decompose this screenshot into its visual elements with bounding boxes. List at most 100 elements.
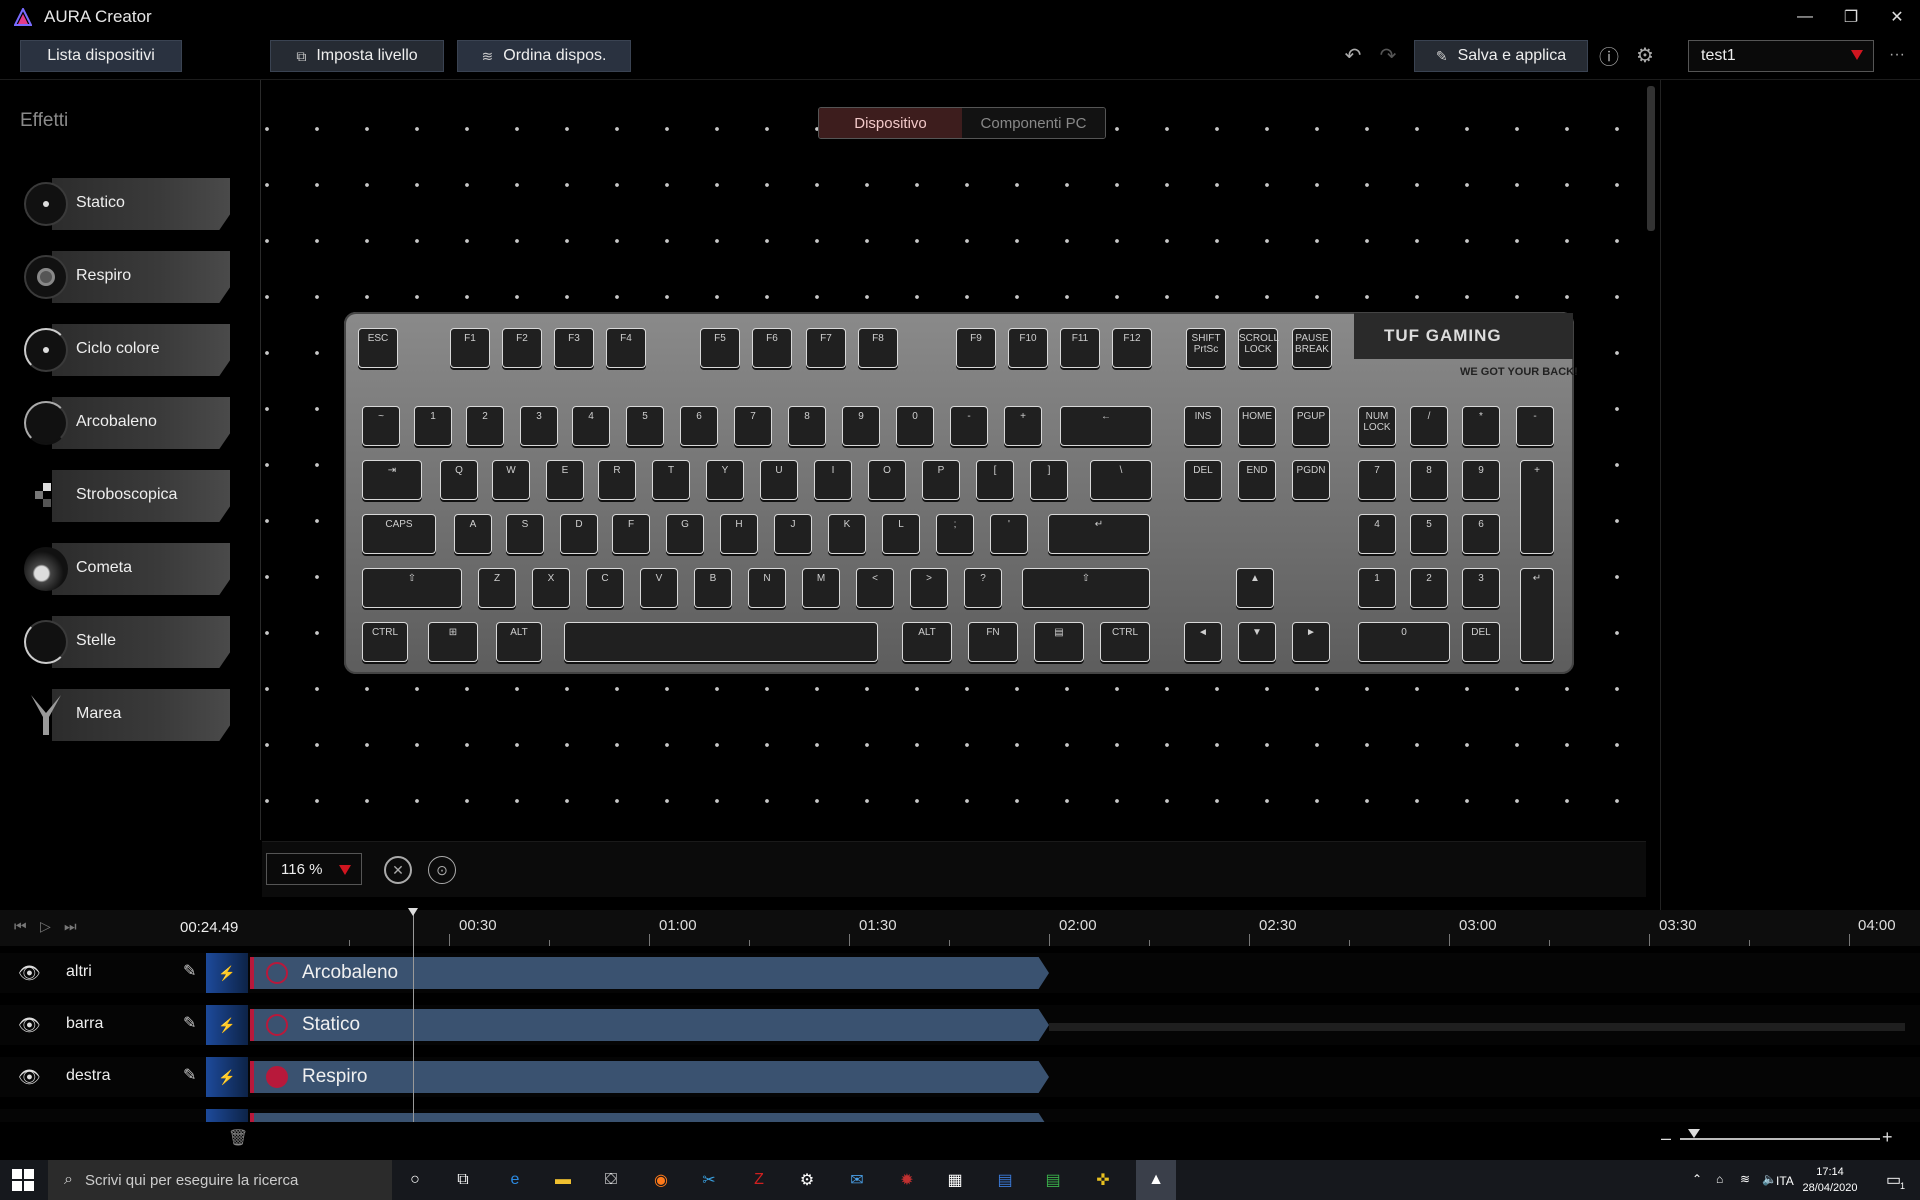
filezilla-icon[interactable]: Z bbox=[746, 1168, 772, 1192]
key[interactable]: ▲ bbox=[1236, 568, 1274, 608]
key[interactable]: W bbox=[492, 460, 530, 500]
track-row[interactable]: 👁 barra ✎ ⚡ Statico bbox=[0, 1005, 1920, 1045]
key[interactable]: 6 bbox=[680, 406, 718, 446]
notification-icon[interactable]: ▭ bbox=[1886, 1170, 1901, 1190]
key[interactable]: PGUP bbox=[1292, 406, 1330, 446]
key[interactable]: F6 bbox=[752, 328, 792, 368]
effect-respiro[interactable]: Respiro bbox=[24, 251, 230, 303]
edit-icon[interactable]: ✎ bbox=[183, 1065, 196, 1085]
key[interactable] bbox=[564, 622, 878, 662]
key[interactable]: - bbox=[950, 406, 988, 446]
key[interactable]: ESC bbox=[358, 328, 398, 368]
effect-stelle[interactable]: Stelle bbox=[24, 616, 230, 668]
key[interactable]: CTRL bbox=[1100, 622, 1150, 662]
wifi-icon[interactable]: ≋ bbox=[1740, 1172, 1750, 1186]
key[interactable]: CAPS bbox=[362, 514, 436, 554]
key[interactable]: SCROLL LOCK bbox=[1238, 328, 1279, 368]
key[interactable]: DEL bbox=[1184, 460, 1222, 500]
taskbar-clock[interactable]: 17:14 28/04/2020 bbox=[1790, 1164, 1870, 1196]
windows-start-icon[interactable] bbox=[12, 1169, 34, 1191]
key[interactable]: C bbox=[586, 568, 624, 608]
key[interactable]: 5 bbox=[1410, 514, 1448, 554]
visibility-eye-icon[interactable]: 👁 bbox=[18, 1067, 41, 1088]
center-target-icon[interactable]: ⊙ bbox=[428, 856, 456, 884]
key[interactable]: V bbox=[640, 568, 678, 608]
key[interactable]: ALT bbox=[902, 622, 952, 662]
key[interactable]: 4 bbox=[572, 406, 610, 446]
store-icon[interactable]: ⛋ bbox=[598, 1168, 624, 1192]
mail-icon[interactable]: ✉ bbox=[844, 1168, 870, 1192]
key[interactable]: F12 bbox=[1112, 328, 1152, 368]
key[interactable]: 9 bbox=[1462, 460, 1500, 500]
tray-chevron-icon[interactable]: ⌃ bbox=[1692, 1172, 1702, 1186]
key[interactable]: B bbox=[694, 568, 732, 608]
key[interactable]: Z bbox=[478, 568, 516, 608]
key[interactable]: F11 bbox=[1060, 328, 1100, 368]
key[interactable]: E bbox=[546, 460, 584, 500]
track-row[interactable]: 👁 destra ✎ ⚡ Respiro bbox=[0, 1057, 1920, 1097]
key[interactable]: ▼ bbox=[1238, 622, 1276, 662]
key[interactable]: ? bbox=[964, 568, 1002, 608]
lightning-icon[interactable]: ⚡ bbox=[206, 953, 248, 993]
key[interactable]: F9 bbox=[956, 328, 996, 368]
key[interactable]: 7 bbox=[1358, 460, 1396, 500]
key[interactable]: M bbox=[802, 568, 840, 608]
key[interactable]: K bbox=[828, 514, 866, 554]
key[interactable]: 9 bbox=[842, 406, 880, 446]
key[interactable]: F5 bbox=[700, 328, 740, 368]
key[interactable]: 8 bbox=[1410, 460, 1448, 500]
maximize-button[interactable]: ❐ bbox=[1828, 0, 1874, 34]
key[interactable]: 2 bbox=[466, 406, 504, 446]
key[interactable]: J bbox=[774, 514, 812, 554]
key[interactable]: I bbox=[814, 460, 852, 500]
key[interactable]: F1 bbox=[450, 328, 490, 368]
effect-arcobaleno[interactable]: Arcobaleno bbox=[24, 397, 230, 449]
key[interactable]: ⇥ bbox=[362, 460, 422, 500]
key[interactable]: / bbox=[1410, 406, 1448, 446]
key[interactable]: 6 bbox=[1462, 514, 1500, 554]
calculator-icon[interactable]: ▦ bbox=[942, 1168, 968, 1192]
key[interactable]: F3 bbox=[554, 328, 594, 368]
aura-taskbar-icon[interactable]: ▲ bbox=[1136, 1160, 1176, 1200]
key[interactable]: F4 bbox=[606, 328, 646, 368]
minimize-button[interactable]: — bbox=[1782, 0, 1828, 34]
trash-icon[interactable]: 🗑 bbox=[228, 1128, 248, 1148]
playhead[interactable] bbox=[413, 912, 414, 1122]
file-explorer-icon[interactable]: ▬ bbox=[550, 1168, 576, 1192]
edit-icon[interactable]: ✎ bbox=[183, 961, 196, 981]
lightning-icon[interactable]: ⚡ bbox=[206, 1005, 248, 1045]
key[interactable]: + bbox=[1004, 406, 1042, 446]
key[interactable]: PGDN bbox=[1292, 460, 1330, 500]
track-row[interactable] bbox=[0, 1109, 1920, 1122]
key[interactable]: ⇧ bbox=[1022, 568, 1150, 608]
taskbar-search[interactable]: ⌕ Scrivi qui per eseguire la ricerca bbox=[48, 1160, 392, 1200]
redo-icon[interactable]: ↷ bbox=[1375, 42, 1401, 68]
key[interactable]: 4 bbox=[1358, 514, 1396, 554]
effect-clip[interactable]: Arcobaleno bbox=[250, 957, 1049, 989]
cortana-icon[interactable]: ○ bbox=[402, 1168, 428, 1192]
visibility-eye-icon[interactable]: 👁 bbox=[18, 1015, 41, 1036]
key[interactable]: U bbox=[760, 460, 798, 500]
key[interactable]: T bbox=[652, 460, 690, 500]
effect-clip[interactable] bbox=[250, 1113, 1049, 1122]
key[interactable]: ← bbox=[1060, 406, 1152, 446]
key[interactable]: L bbox=[882, 514, 920, 554]
save-apply-button[interactable]: ✎ Salva e applica bbox=[1414, 40, 1588, 72]
track-row[interactable]: 👁 altri ✎ ⚡ Arcobaleno bbox=[0, 953, 1920, 993]
key[interactable]: PAUSE BREAK bbox=[1292, 328, 1332, 368]
firefox-icon[interactable]: ◉ bbox=[648, 1168, 674, 1192]
key[interactable]: 1 bbox=[1358, 568, 1396, 608]
key[interactable]: 3 bbox=[1462, 568, 1500, 608]
zoom-select[interactable]: 116 % bbox=[266, 853, 362, 885]
key[interactable]: X bbox=[532, 568, 570, 608]
key[interactable]: + bbox=[1520, 460, 1554, 554]
zoom-slider-knob[interactable] bbox=[1688, 1129, 1700, 1138]
tab-componenti-pc[interactable]: Componenti PC bbox=[962, 108, 1105, 138]
key[interactable]: NUM LOCK bbox=[1358, 406, 1396, 446]
key[interactable]: INS bbox=[1184, 406, 1222, 446]
key[interactable]: ⇧ bbox=[362, 568, 462, 608]
key[interactable]: CTRL bbox=[362, 622, 408, 662]
writer-icon[interactable]: ▤ bbox=[992, 1168, 1018, 1192]
timeline-ruler[interactable] bbox=[0, 910, 1920, 946]
play-icon[interactable]: ▷ bbox=[40, 918, 51, 935]
